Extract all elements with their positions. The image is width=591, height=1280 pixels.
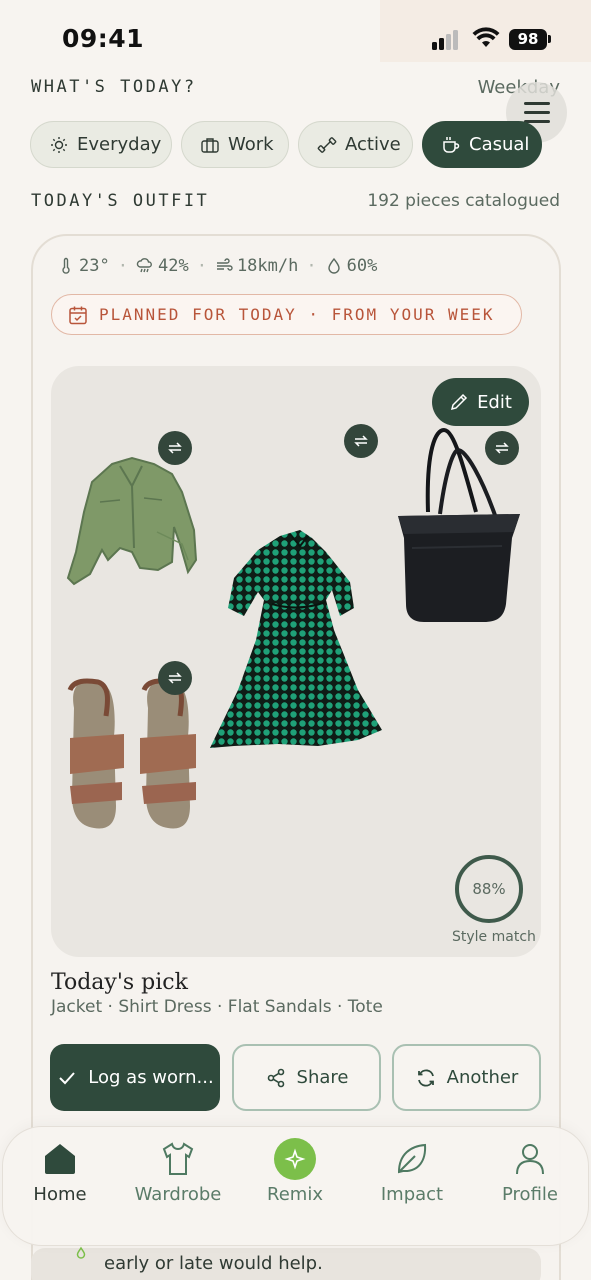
tip-banner-text: early or late would help. [104,1253,323,1274]
swap-icon [354,435,368,447]
tab-remix[interactable]: Remix [240,1138,350,1205]
weather-temperature: 23° [57,256,110,276]
briefcase-icon [201,137,219,153]
swap-bag-button[interactable] [485,431,519,465]
chip-label: Active [345,134,401,155]
checkmark-icon [59,1071,76,1084]
planned-for-today-badge: PLANNED FOR TODAY · FROM YOUR WEEK [51,294,522,335]
sun-icon [51,136,67,153]
swap-jacket-button[interactable] [158,431,192,465]
swap-icon [168,442,182,454]
planned-badge-text: PLANNED FOR TODAY · FROM YOUR WEEK [99,305,495,324]
pieces-catalogued-count: 192 pieces catalogued [367,191,560,211]
tab-impact[interactable]: Impact [357,1140,467,1205]
chip-label: Work [228,134,274,155]
separator: · [306,256,317,276]
pencil-icon [451,393,468,411]
jacket-image[interactable] [62,452,202,597]
dumbbell-icon [317,136,337,153]
rain-cloud-icon [136,258,152,273]
weather-humidity: 60% [325,256,377,276]
chip-work[interactable]: Work [181,121,289,168]
leaf-icon [397,1143,427,1174]
status-bar: 09:41 98 [0,0,591,62]
edit-outfit-button[interactable]: Edit [432,378,529,426]
chip-casual[interactable]: Casual [422,121,542,168]
cellular-signal-icon [432,30,462,50]
coffee-cup-icon [443,136,460,153]
edit-label: Edit [477,391,512,413]
log-label: Log as worn... [88,1067,214,1088]
another-label: Another [446,1067,519,1088]
tshirt-icon [162,1142,194,1175]
tab-label: Wardrobe [134,1184,222,1205]
tab-wardrobe[interactable]: Wardrobe [123,1140,233,1205]
droplet-icon [327,257,340,274]
swap-sandals-button[interactable] [158,661,192,695]
separator: · [196,256,207,276]
todays-pick-items: Jacket · Shirt Dress · Flat Sandals · To… [51,997,383,1017]
refresh-icon [417,1069,434,1086]
weather-row: 23° · 42% · 18km/h · 60% [57,256,377,276]
status-time: 09:41 [62,24,145,53]
chip-active[interactable]: Active [298,121,413,168]
style-match-ring: 88% [455,855,523,923]
tab-profile[interactable]: Profile [475,1140,585,1205]
swap-icon [495,442,509,454]
tab-home[interactable]: Home [5,1140,115,1205]
another-outfit-button[interactable]: Another [392,1044,541,1111]
swap-dress-button[interactable] [344,424,378,458]
chip-label: Casual [469,134,530,155]
style-match-label: Style match [452,929,536,945]
tab-label: Home [33,1184,87,1205]
flat-sandals-image[interactable] [66,676,202,832]
sparkle-icon [284,1148,306,1170]
section-title-todays-outfit: TODAY'S OUTFIT [31,191,210,211]
share-icon [267,1068,284,1087]
weather-wind: 18km/h [215,256,298,276]
section-title-whats-today: WHAT'S TODAY? [31,77,197,97]
battery-level: 98 [509,29,547,50]
chip-everyday[interactable]: Everyday [30,121,172,168]
shirt-dress-image[interactable] [208,530,386,757]
wind-icon [216,258,233,271]
wifi-icon [472,27,500,47]
style-match-value: 88% [472,880,506,898]
tab-label: Impact [380,1184,444,1205]
swap-icon [168,672,182,684]
droplet-icon [76,1246,86,1259]
home-icon [45,1144,75,1174]
share-label: Share [296,1067,349,1088]
weather-precipitation: 42% [136,256,189,276]
user-icon [516,1144,544,1175]
share-button[interactable]: Share [232,1044,381,1111]
calendar-icon [69,306,87,324]
remix-badge [274,1138,316,1180]
separator: · [117,256,128,276]
battery-nub [548,35,551,43]
tab-label: Remix [267,1184,323,1205]
chip-label: Everyday [77,134,162,155]
tab-label: Profile [502,1184,558,1205]
todays-pick-title: Today's pick [51,970,188,995]
thermometer-icon [62,257,70,274]
log-as-worn-button[interactable]: Log as worn... [50,1044,220,1111]
